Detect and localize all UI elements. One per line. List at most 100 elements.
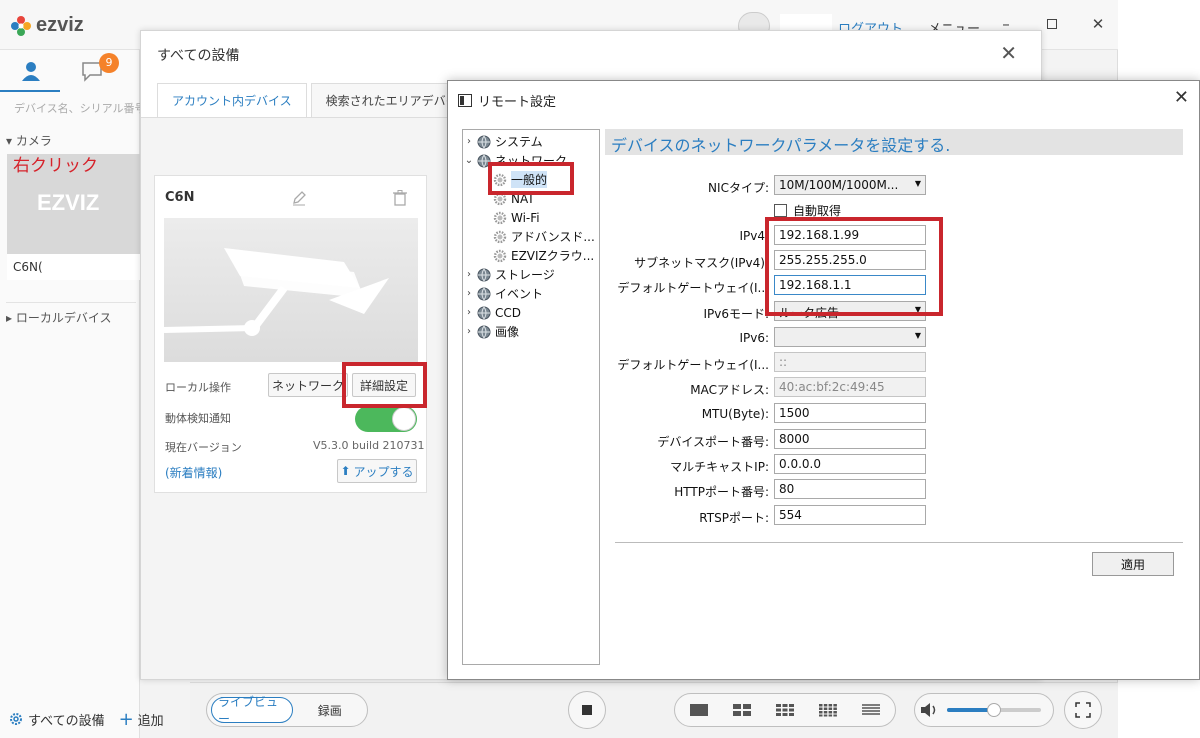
network-button[interactable]: ネットワーク [268, 373, 348, 397]
multicast-input[interactable]: 0.0.0.0 [774, 454, 926, 474]
ipv4-input[interactable]: 192.168.1.99 [774, 225, 926, 245]
gateway-v6-row: デフォルトゲートウェイ(I... :: [605, 352, 1183, 374]
remote-settings-title: リモート設定 [478, 95, 557, 110]
subnet-label: サブネットマスク(IPv4): [634, 256, 769, 270]
gear-icon [493, 192, 507, 206]
http-port-input[interactable]: 80 [774, 479, 926, 499]
gateway-input[interactable]: 192.168.1.1 [774, 275, 926, 295]
dropdown-arrow-icon: ▼ [914, 331, 921, 340]
tree-item[interactable]: アドバンスド... [463, 227, 599, 246]
upgrade-button-label: アップする [353, 464, 414, 479]
close-icon[interactable]: ✕ [1000, 41, 1017, 65]
chevron-right-icon[interactable]: › [463, 326, 475, 337]
volume-slider-thumb[interactable] [987, 703, 1001, 717]
rtsp-port-label: RTSPポート: [699, 511, 769, 525]
chevron-right-icon[interactable]: › [463, 307, 475, 318]
record-tab[interactable]: 録画 [297, 697, 363, 723]
tree-item[interactable]: EZVIZクラウ... [463, 246, 599, 265]
stop-button[interactable] [568, 691, 606, 729]
mtu-input[interactable]: 1500 [774, 403, 926, 423]
chevron-right-icon[interactable]: › [463, 136, 475, 147]
mac-row: MACアドレス: 40:ac:bf:2c:49:45 [605, 377, 1183, 399]
ipv6-select[interactable]: ▼ [774, 327, 926, 347]
tree-item[interactable]: › システム [463, 132, 599, 151]
globe-icon [477, 287, 491, 301]
ipv6-mode-row: IPv6モード: ルータ広告 ▼ [605, 301, 1183, 323]
subnet-input[interactable]: 255.255.255.0 [774, 250, 926, 270]
tree-item[interactable]: Wi-Fi [463, 208, 599, 227]
http-port-row: HTTPポート番号: 80 [605, 479, 1183, 501]
layout-16-icon[interactable] [818, 703, 838, 717]
tree-item[interactable]: › 画像 [463, 322, 599, 341]
close-icon[interactable]: ✕ [1174, 87, 1189, 108]
tree-item[interactable]: › イベント [463, 284, 599, 303]
maximize-icon[interactable] [1042, 14, 1062, 34]
multicast-row: マルチキャストIP: 0.0.0.0 [605, 454, 1183, 476]
version-value: V5.3.0 build 210731 [313, 439, 425, 452]
http-port-label: HTTPポート番号: [674, 485, 769, 499]
tab-account-devices[interactable]: アカウント内デバイス [157, 83, 307, 117]
tree-item-label: 一般的 [511, 171, 548, 188]
layout-1-icon[interactable] [689, 703, 709, 717]
ipv6-mode-select[interactable]: ルータ広告 ▼ [774, 301, 926, 321]
tree-item-label: NAT [511, 191, 535, 206]
close-icon[interactable]: ✕ [1088, 14, 1108, 34]
tree-item[interactable]: › CCD [463, 303, 599, 322]
motion-detection-label: 動体検知通知 [165, 412, 231, 425]
live-view-tab[interactable]: ライブビュー [211, 695, 293, 726]
camera-illustration [164, 218, 418, 362]
person-icon[interactable] [20, 60, 42, 85]
layout-25-icon[interactable] [861, 703, 881, 717]
device-search-input[interactable]: デバイス名、シリアル番号 [14, 100, 140, 116]
view-mode-switch: ライブビュー 録画 [206, 693, 368, 727]
ezviz-logo-text: ezviz [36, 14, 84, 36]
mtu-label: MTU(Byte): [701, 407, 769, 421]
tree-item[interactable]: ⌄ ネットワーク [463, 151, 599, 170]
mac-label: MACアドレス: [690, 383, 769, 397]
tree-item-label: ストレージ [495, 268, 555, 282]
fullscreen-button[interactable] [1064, 691, 1102, 729]
chevron-right-icon[interactable]: › [463, 288, 475, 299]
layout-9-icon[interactable] [775, 703, 795, 717]
device-port-input[interactable]: 8000 [774, 429, 926, 449]
device-tabs: アカウント内デバイス 検索されたエリアデバイス [157, 83, 488, 117]
auto-obtain-checkbox[interactable]: 自動取得 [774, 202, 841, 219]
gear-icon [493, 211, 507, 225]
all-devices-button[interactable]: すべての設備 [8, 710, 105, 729]
multicast-label: マルチキャストIP: [670, 460, 769, 474]
tree-item[interactable]: NAT [463, 189, 599, 208]
local-devices-section-header[interactable]: ▸ ローカルデバイス [6, 302, 136, 326]
upgrade-button[interactable]: ⬆ アップする [337, 459, 417, 483]
add-device-button[interactable]: + 追加 [119, 709, 164, 730]
tree-item-label: Wi-Fi [511, 210, 540, 225]
tree-item-label: イベント [495, 287, 544, 301]
nic-type-label: NICタイプ: [708, 181, 769, 195]
chevron-right-icon[interactable]: › [463, 269, 475, 280]
apply-button[interactable]: 適用 [1092, 552, 1174, 576]
globe-icon [477, 325, 491, 339]
edit-icon[interactable] [291, 190, 307, 209]
dropdown-arrow-icon: ▼ [914, 305, 921, 314]
whats-new-link[interactable]: (新着情報) [165, 464, 222, 481]
rtsp-port-input[interactable]: 554 [774, 505, 926, 525]
detail-settings-button[interactable]: 詳細設定 [352, 373, 416, 397]
tree-item[interactable]: › ストレージ [463, 265, 599, 284]
remote-settings-titlebar: リモート設定 [458, 91, 556, 110]
speaker-icon[interactable] [919, 701, 939, 719]
tree-item[interactable]: 一般的 [463, 170, 599, 189]
nic-type-select[interactable]: 10M/100M/1000M... ▼ [774, 175, 926, 195]
layout-4-icon[interactable] [732, 703, 752, 717]
message-count-badge: 9 [99, 53, 119, 73]
ezviz-logo-icon [11, 15, 31, 36]
gateway-row: デフォルトゲートウェイ(I... 192.168.1.1 [605, 275, 1183, 297]
plus-icon: + [118, 708, 134, 730]
globe-icon [477, 135, 491, 149]
tree-item-label: アドバンスド... [511, 230, 595, 244]
chevron-down-icon[interactable]: ⌄ [463, 155, 475, 166]
camera-section-header[interactable]: ▾ カメラ [6, 132, 52, 149]
trash-icon[interactable] [393, 190, 407, 209]
gear-icon [10, 713, 22, 725]
tree-item-label: ネットワーク [495, 154, 568, 168]
volume-slider[interactable] [947, 703, 1041, 717]
motion-detection-toggle[interactable] [355, 406, 417, 432]
